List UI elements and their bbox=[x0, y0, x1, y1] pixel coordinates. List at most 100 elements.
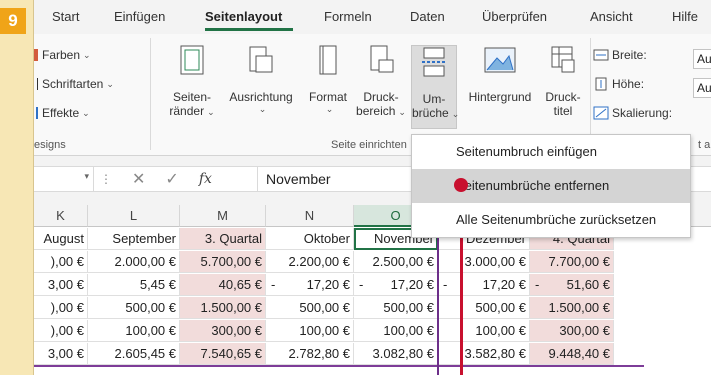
table-cell[interactable]: 2.000,00 € bbox=[88, 251, 180, 273]
negative-cell[interactable]: - 51,60 € bbox=[530, 274, 614, 296]
effekte-label: Effekte bbox=[42, 106, 80, 120]
effects-icon bbox=[34, 107, 38, 119]
negative-cell[interactable]: - 17,20 € bbox=[438, 274, 530, 296]
breite-control: Breite: bbox=[593, 48, 647, 62]
table-cell[interactable]: 1.500,00 € bbox=[530, 297, 614, 319]
table-cell[interactable]: 100,00 € bbox=[438, 320, 530, 342]
table-cell[interactable]: 3,00 € bbox=[34, 274, 88, 296]
hintergrund-button[interactable]: Hintergrund bbox=[460, 44, 540, 104]
tutorial-frame: 9 Start Einfügen Seitenlayout Formeln Da… bbox=[0, 0, 711, 375]
ausrichtung-button[interactable]: Ausrichtung ⌄ bbox=[221, 44, 301, 115]
negative-sign: - bbox=[359, 277, 364, 292]
table-cell[interactable]: 500,00 € bbox=[266, 297, 354, 319]
tab-seitenlayout[interactable]: Seitenlayout bbox=[205, 9, 282, 24]
total-cell[interactable]: 2.605,45 € bbox=[88, 343, 180, 365]
format-button[interactable]: Format ⌄ bbox=[305, 44, 351, 115]
column-header-l[interactable]: L bbox=[88, 205, 180, 227]
umbrueche-button[interactable]: Um- brüche ⌄ bbox=[411, 45, 459, 129]
header-cell[interactable]: September bbox=[88, 228, 180, 250]
height-icon bbox=[595, 77, 607, 91]
drucktitel-label-2: titel bbox=[553, 104, 573, 118]
table-cell[interactable]: 1.500,00 € bbox=[180, 297, 266, 319]
print-titles-icon bbox=[551, 46, 575, 73]
formula-tools: ⋮ ✕ ✓ fx bbox=[100, 167, 212, 191]
tab-formeln[interactable]: Formeln bbox=[324, 9, 372, 24]
menu-item-reset-all-page-breaks[interactable]: Alle Seitenumbrüche zurücksetzen bbox=[412, 203, 690, 237]
table-cell[interactable]: 100,00 € bbox=[88, 320, 180, 342]
tab-start[interactable]: Start bbox=[52, 9, 79, 24]
total-cell[interactable]: 7.540,65 € bbox=[180, 343, 266, 365]
total-cell[interactable]: 3,00 € bbox=[34, 343, 88, 365]
drucktitel-label-1: Druck- bbox=[545, 90, 581, 104]
enter-icon[interactable]: ✓ bbox=[165, 169, 178, 189]
table-cell[interactable]: 5.700,00 € bbox=[180, 251, 266, 273]
table-cell[interactable]: 7.700,00 € bbox=[530, 251, 614, 273]
fx-icon[interactable]: fx bbox=[199, 171, 212, 187]
column-header-k[interactable]: K bbox=[34, 205, 88, 227]
header-cell[interactable]: August bbox=[34, 228, 88, 250]
total-cell[interactable]: 9.448,40 € bbox=[530, 343, 614, 365]
negative-sign: - bbox=[271, 277, 276, 292]
tab-ansicht[interactable]: Ansicht bbox=[590, 9, 633, 24]
table-cell[interactable]: 100,00 € bbox=[354, 320, 438, 342]
hoehe-select[interactable]: Au bbox=[693, 78, 711, 98]
schriftarten-label: Schriftarten bbox=[42, 77, 104, 91]
tab-daten[interactable]: Daten bbox=[410, 9, 445, 24]
schriftarten-button[interactable]: Schriftarten ⌄ bbox=[34, 77, 114, 91]
negative-sign: - bbox=[443, 277, 448, 292]
cancel-icon[interactable]: ✕ bbox=[132, 169, 145, 189]
table-cell[interactable]: ),00 € bbox=[34, 297, 88, 319]
header-cell[interactable]: 3. Quartal bbox=[180, 228, 266, 250]
tab-hilfe[interactable]: Hilfe bbox=[672, 9, 698, 24]
print-area-icon bbox=[370, 45, 394, 73]
tab-ueberpruefen[interactable]: Überprüfen bbox=[482, 9, 547, 24]
column-header-n[interactable]: N bbox=[266, 205, 354, 227]
druckbereich-button[interactable]: Druck- bereich ⌄ bbox=[354, 44, 408, 118]
chevron-down-icon: ⌄ bbox=[398, 107, 406, 117]
step-badge: 9 bbox=[0, 8, 26, 34]
chevron-down-icon: ⌄ bbox=[82, 107, 90, 118]
seitenraender-button[interactable]: Seiten- ränder ⌄ bbox=[168, 44, 216, 118]
table-cell[interactable]: 5,45 € bbox=[88, 274, 180, 296]
tab-einfuegen[interactable]: Einfügen bbox=[114, 9, 165, 24]
table-cell[interactable]: 500,00 € bbox=[354, 297, 438, 319]
table-cell[interactable]: 500,00 € bbox=[438, 297, 530, 319]
drucktitel-button[interactable]: Druck- titel bbox=[540, 44, 586, 118]
menu-item-insert-page-break[interactable]: Seitenumbruch einfügen bbox=[412, 135, 690, 169]
skalierung-control: Skalierung: bbox=[593, 106, 672, 120]
chevron-down-icon: ⌄ bbox=[207, 107, 215, 117]
table-cell[interactable]: 300,00 € bbox=[530, 320, 614, 342]
breite-select[interactable]: Au bbox=[693, 49, 711, 69]
umbrueche-label-row: brüche ⌄ bbox=[412, 106, 459, 120]
group-label-designs: esigns bbox=[34, 139, 66, 151]
annotation-dot bbox=[454, 178, 468, 192]
fonts-icon bbox=[34, 78, 38, 90]
table-cell[interactable]: 300,00 € bbox=[180, 320, 266, 342]
table-cell[interactable]: ),00 € bbox=[34, 251, 88, 273]
name-box[interactable]: ▾ bbox=[34, 167, 94, 191]
chevron-down-icon: ▾ bbox=[84, 171, 89, 181]
total-cell[interactable]: 3.582,80 € bbox=[438, 343, 530, 365]
active-tab-underline bbox=[205, 28, 293, 31]
table-cell[interactable]: 100,00 € bbox=[266, 320, 354, 342]
table-cell[interactable]: 2.200,00 € bbox=[266, 251, 354, 273]
table-cell[interactable]: 3.000,00 € bbox=[438, 251, 530, 273]
chevron-down-icon: ⌄ bbox=[83, 49, 91, 60]
total-cell[interactable]: 3.082,80 € bbox=[354, 343, 438, 365]
column-header-m[interactable]: M bbox=[180, 205, 266, 227]
negative-cell[interactable]: - 17,20 € bbox=[354, 274, 438, 296]
header-cell[interactable]: Oktober bbox=[266, 228, 354, 250]
farben-button[interactable]: Farben ⌄ bbox=[34, 48, 91, 62]
chevron-down-icon: ⌄ bbox=[325, 104, 334, 114]
table-cell[interactable]: ),00 € bbox=[34, 320, 88, 342]
orientation-icon bbox=[249, 46, 273, 73]
druckbereich-label-1: Druck- bbox=[363, 90, 399, 104]
table-cell[interactable]: 40,65 € bbox=[180, 274, 266, 296]
total-cell[interactable]: 2.782,80 € bbox=[266, 343, 354, 365]
table-cell[interactable]: 500,00 € bbox=[88, 297, 180, 319]
table-cell[interactable]: 2.500,00 € bbox=[354, 251, 438, 273]
negative-cell[interactable]: - 17,20 € bbox=[266, 274, 354, 296]
cell-value: 17,20 € bbox=[482, 277, 526, 292]
effekte-button[interactable]: Effekte ⌄ bbox=[34, 106, 90, 120]
chevron-down-icon: ⌄ bbox=[451, 109, 460, 119]
